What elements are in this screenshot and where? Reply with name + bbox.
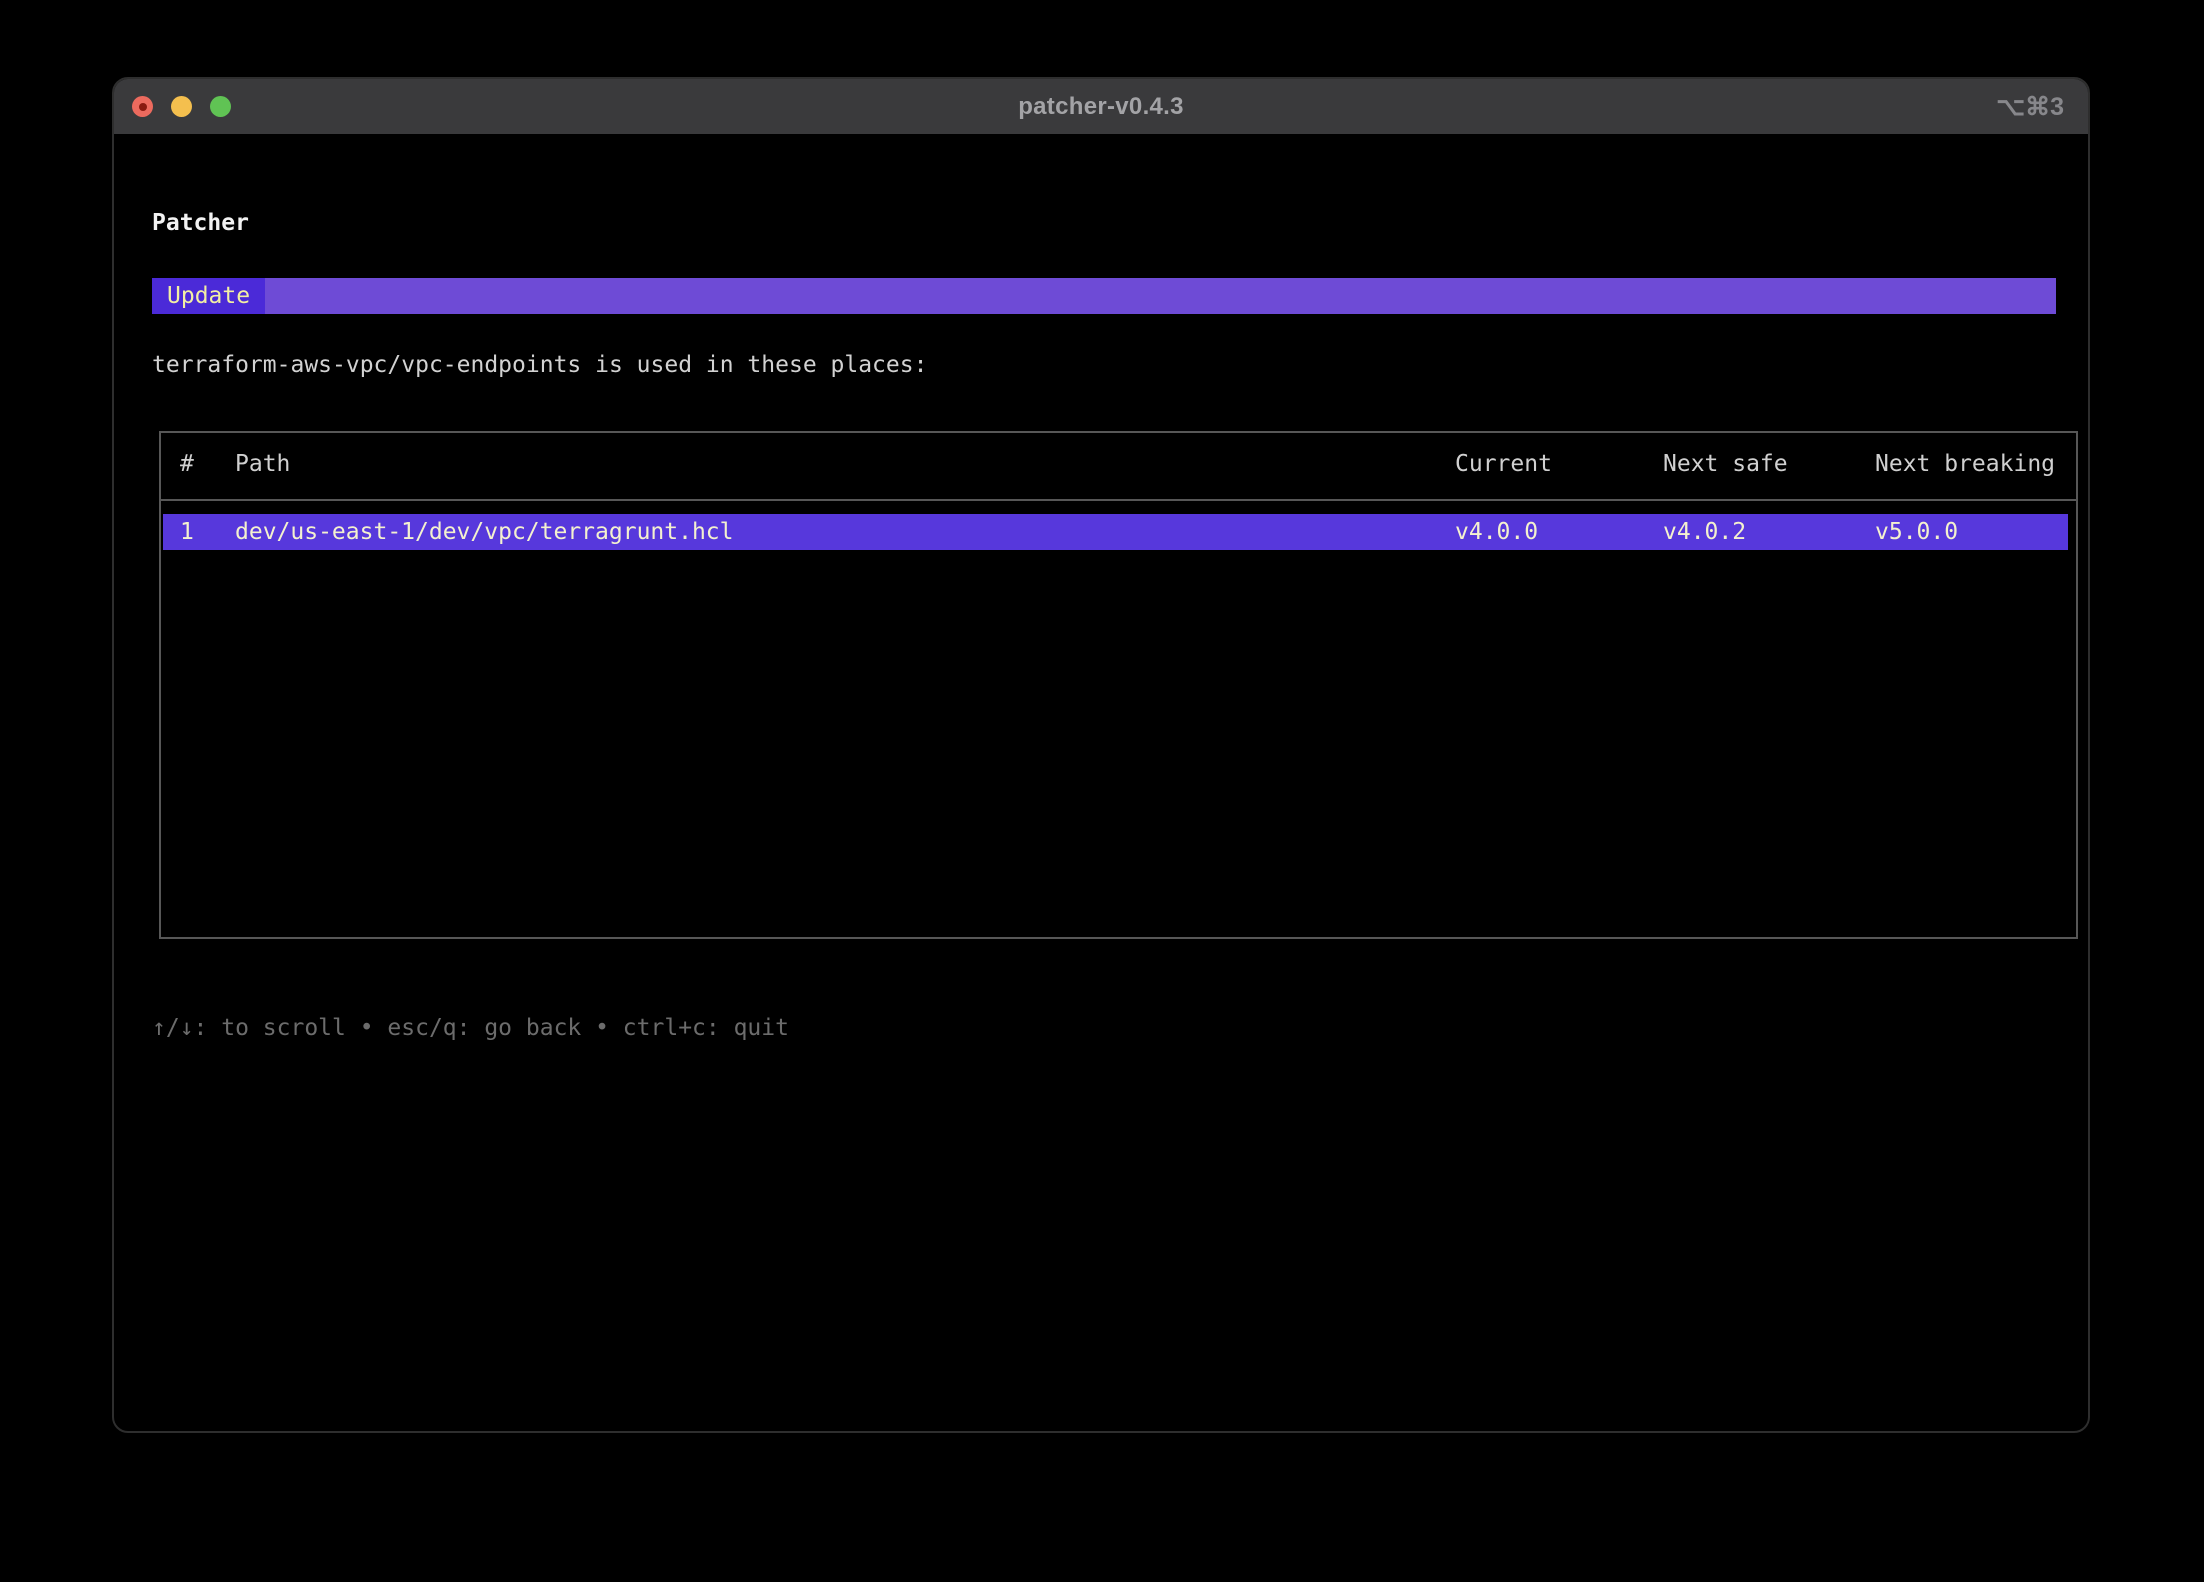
minimize-button[interactable] xyxy=(171,96,192,117)
window-title: patcher-v0.4.3 xyxy=(114,93,2088,121)
column-header-path: Path xyxy=(235,447,290,481)
column-header-current: Current xyxy=(1455,447,1552,481)
traffic-lights xyxy=(132,79,231,134)
table-row[interactable]: 1 dev/us-east-1/dev/vpc/terragrunt.hcl v… xyxy=(163,514,2068,550)
row-next-safe-cell: v4.0.2 xyxy=(1663,514,1746,550)
column-header-next-breaking: Next breaking xyxy=(1875,447,2055,481)
row-number-cell: 1 xyxy=(180,514,194,550)
tab-bar: Update xyxy=(152,278,2056,314)
edited-indicator-dot xyxy=(139,103,147,111)
tab-update[interactable]: Update xyxy=(152,278,265,314)
title-bar: patcher-v0.4.3 ⌥⌘3 xyxy=(114,79,2088,134)
close-button[interactable] xyxy=(132,96,153,117)
row-path-cell: dev/us-east-1/dev/vpc/terragrunt.hcl xyxy=(235,514,734,550)
column-header-next-safe: Next safe xyxy=(1663,447,1788,481)
column-header-number: # xyxy=(180,447,194,481)
usage-subtitle: terraform-aws-vpc/vpc-endpoints is used … xyxy=(152,349,927,381)
usage-table: # Path Current Next safe Next breaking 1… xyxy=(159,431,2078,939)
table-header-row: # Path Current Next safe Next breaking xyxy=(161,447,2076,481)
zoom-button[interactable] xyxy=(210,96,231,117)
terminal-content: Patcher Update terraform-aws-vpc/vpc-end… xyxy=(114,134,2088,1431)
page-title: Patcher xyxy=(152,207,249,239)
table-header-separator xyxy=(161,499,2076,501)
app-window: patcher-v0.4.3 ⌥⌘3 Patcher Update terraf… xyxy=(112,77,2090,1433)
keyboard-hints: ↑/↓: to scroll • esc/q: go back • ctrl+c… xyxy=(152,1013,789,1043)
row-next-breaking-cell: v5.0.0 xyxy=(1875,514,1958,550)
window-shortcut-badge: ⌥⌘3 xyxy=(1996,79,2064,134)
row-current-cell: v4.0.0 xyxy=(1455,514,1538,550)
